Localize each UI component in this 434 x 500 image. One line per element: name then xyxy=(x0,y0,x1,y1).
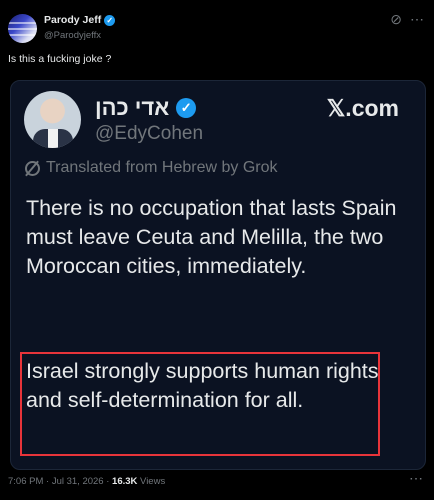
avatar-stripe xyxy=(8,34,37,36)
avatar-stripe xyxy=(8,22,37,24)
post-metadata: 7:06 PM · Jul 31, 2026 · 16.3K Views xyxy=(8,476,165,487)
embedded-avatar xyxy=(24,91,81,148)
post-timestamp[interactable]: 7:06 PM · Jul 31, 2026 · xyxy=(8,476,112,487)
author-name-text[interactable]: Parody Jeff xyxy=(44,14,101,26)
embedded-author-handle: @EdyCohen xyxy=(95,123,204,144)
translation-note-text: Translated from Hebrew by Grok xyxy=(46,159,278,176)
author-name[interactable]: Parody Jeff ✓ xyxy=(44,14,116,26)
author-avatar[interactable] xyxy=(8,14,37,43)
more-options-icon[interactable]: ⋯ xyxy=(410,12,424,26)
views-label: Views xyxy=(137,476,166,487)
bottom-more-icon[interactable]: ⋯ xyxy=(409,470,424,487)
views-count: 16.3K xyxy=(112,476,138,487)
embedded-tweet-screenshot[interactable]: אדי כהן ✓ @EdyCohen 𝕏.com Translated fro… xyxy=(10,80,426,470)
highlighted-text: Israel strongly supports human rights an… xyxy=(26,359,379,412)
x-com-logo: 𝕏.com xyxy=(326,95,399,121)
avatar-shirt xyxy=(48,129,58,148)
author-handle[interactable]: @Parodyjeffx xyxy=(44,30,101,41)
embedded-author-name-text: אדי כהן xyxy=(95,95,170,120)
avatar-stripe xyxy=(8,28,37,30)
embedded-tweet-body: There is no occupation that lasts Spain … xyxy=(26,196,397,278)
translation-note: Translated from Hebrew by Grok xyxy=(25,159,277,177)
verified-badge-icon: ✓ xyxy=(104,14,116,26)
post-text: Is this a fucking joke ? xyxy=(8,53,112,65)
grok-translate-icon xyxy=(25,160,40,176)
grok-icon[interactable]: ⊘ xyxy=(390,12,402,26)
embedded-verified-badge-icon: ✓ xyxy=(176,98,197,118)
embedded-author-name: אדי כהן ✓ xyxy=(95,95,197,121)
